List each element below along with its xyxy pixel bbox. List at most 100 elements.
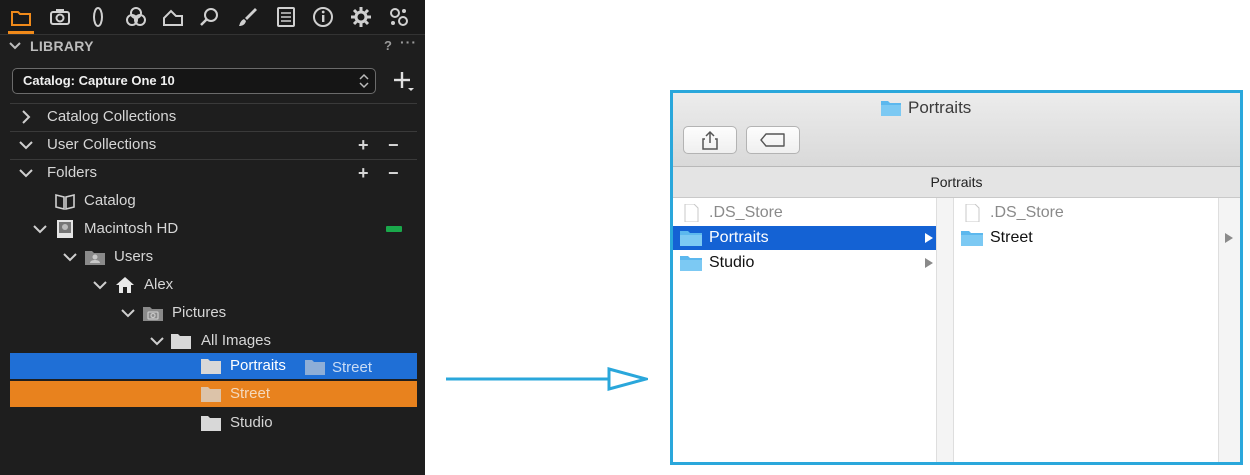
exposure-icon[interactable] [160, 4, 186, 30]
chevron-down-icon [93, 281, 107, 290]
catalog-collections-row[interactable]: Catalog Collections [10, 103, 417, 131]
tree-item-label: Macintosh HD [84, 220, 179, 237]
tree-item-street[interactable]: Street [10, 381, 417, 407]
list-item-ds-store[interactable]: .DS_Store [954, 201, 1218, 225]
item-name: Street [990, 229, 1033, 246]
list-item-street[interactable]: Street [954, 226, 1218, 250]
dragged-folder-icon [305, 360, 325, 375]
tree-item-macintosh-hd[interactable]: Macintosh HD [10, 215, 417, 243]
item-name: Portraits [709, 229, 769, 246]
settings-icon[interactable] [386, 4, 412, 30]
drag-ghost-label: Street [332, 359, 373, 376]
share-icon [702, 130, 718, 150]
browser-column-2: .DS_Store Street [954, 198, 1218, 462]
browser-column-1: .DS_Store Portraits Studio [673, 198, 936, 462]
add-collection-button[interactable]: + [358, 135, 369, 156]
tree-item-pictures[interactable]: Pictures [10, 299, 417, 327]
column-divider[interactable] [1218, 198, 1240, 462]
camera-icon[interactable] [47, 4, 73, 30]
remove-folder-button[interactable]: − [388, 163, 399, 184]
tree-item-portraits[interactable]: Portraits Street [10, 353, 417, 379]
add-folder-button[interactable]: + [358, 163, 369, 184]
library-header[interactable]: LIBRARY [8, 38, 418, 56]
file-icon [684, 204, 699, 222]
tree-item-alex[interactable]: Alex [10, 271, 417, 299]
book-icon [55, 193, 75, 210]
item-name: Studio [709, 254, 755, 271]
help-button[interactable]: ? [384, 38, 392, 53]
column-divider[interactable] [936, 198, 954, 462]
tool-tab-bar [0, 0, 425, 35]
tree-item-label: Studio [230, 414, 273, 431]
toolbar-divider [0, 34, 425, 35]
info-icon[interactable] [310, 4, 336, 30]
share-button[interactable] [683, 126, 737, 154]
folder-icon [201, 416, 221, 431]
chevron-down-icon [9, 42, 21, 50]
path-label: Portraits [930, 174, 983, 190]
finder-titlebar: Portraits [673, 93, 1240, 167]
disclosure-triangle-icon [925, 258, 933, 268]
chevron-down-icon [33, 225, 47, 234]
tree-item-users[interactable]: Users [10, 243, 417, 271]
item-name: .DS_Store [709, 204, 783, 221]
tree-item-label: All Images [201, 332, 272, 349]
chevron-down-icon [19, 169, 33, 178]
tag-button[interactable] [746, 126, 800, 154]
online-indicator [386, 226, 402, 232]
disclosure-triangle-icon [925, 233, 933, 243]
folders-label: Folders [47, 164, 98, 181]
list-item-ds-store[interactable]: .DS_Store [673, 201, 936, 225]
chevron-right-icon [22, 110, 31, 124]
tree-item-label: Users [114, 248, 154, 265]
tree-item-studio[interactable]: Studio [10, 409, 417, 437]
users-folder-icon [85, 251, 105, 265]
chevron-down-icon [63, 253, 77, 262]
tree-item-label: Street [230, 385, 271, 402]
folder-icon [171, 334, 191, 349]
catalog-select-value: Catalog: Capture One 10 [23, 73, 175, 88]
folder-icon [961, 231, 983, 246]
magnifier-icon[interactable] [197, 4, 223, 30]
finder-window: Portraits Portraits .DS_Store Portraits … [670, 90, 1243, 465]
tag-icon [760, 133, 785, 147]
color-circles-icon[interactable] [123, 4, 149, 30]
gear-icon[interactable] [348, 4, 374, 30]
tree-item-all-images[interactable]: All Images [10, 327, 417, 355]
tree-item-label: Alex [144, 276, 174, 293]
folder-icon [680, 231, 702, 246]
more-button[interactable]: ··· [400, 34, 417, 50]
capture-one-library-panel: LIBRARY ? ··· Catalog: Capture One 10 Ca… [0, 0, 425, 475]
user-collections-row[interactable]: User Collections + − [10, 131, 417, 159]
file-icon [965, 204, 980, 222]
chevron-down-icon [121, 309, 135, 318]
hard-drive-icon [57, 220, 73, 238]
tree-item-label: Catalog [84, 192, 136, 209]
tree-item-label: Pictures [172, 304, 227, 321]
brush-icon[interactable] [235, 4, 261, 30]
pictures-folder-icon [143, 307, 163, 321]
updown-arrows-icon [359, 73, 369, 89]
item-name: .DS_Store [990, 204, 1064, 221]
user-collections-label: User Collections [47, 136, 157, 153]
chevron-down-icon [19, 141, 33, 150]
home-icon [116, 277, 134, 293]
folder-icon [201, 359, 221, 374]
catalog-collections-label: Catalog Collections [47, 108, 177, 125]
list-item-portraits[interactable]: Portraits [673, 226, 936, 250]
list-icon[interactable] [273, 4, 299, 30]
window-title: Portraits [880, 97, 971, 119]
disclosure-triangle-icon [1225, 233, 1233, 243]
lens-icon[interactable] [85, 4, 111, 30]
add-catalog-icon[interactable] [392, 68, 414, 92]
folder-icon[interactable] [8, 4, 34, 34]
arrow-right-icon [446, 367, 648, 391]
list-item-studio[interactable]: Studio [673, 251, 936, 275]
tree-item-label: Portraits [230, 357, 286, 374]
tree-item-catalog[interactable]: Catalog [10, 187, 417, 215]
library-title: LIBRARY [30, 38, 94, 54]
remove-collection-button[interactable]: − [388, 135, 399, 156]
folder-icon [680, 256, 702, 271]
catalog-select[interactable]: Catalog: Capture One 10 [12, 68, 376, 94]
folders-row[interactable]: Folders + − [10, 159, 417, 187]
